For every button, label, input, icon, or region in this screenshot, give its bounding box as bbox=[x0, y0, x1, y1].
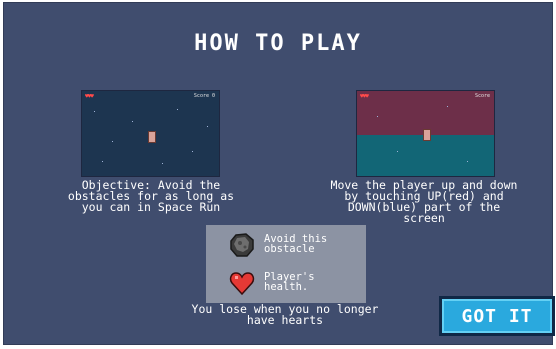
star bbox=[207, 126, 208, 127]
objective-screenshot: ♥♥♥ Score 0 bbox=[81, 90, 220, 177]
star bbox=[397, 151, 398, 152]
star bbox=[177, 109, 178, 110]
how-to-play-panel: HOW TO PLAY ♥♥♥ Score 0 ♥♥♥ Score Object… bbox=[3, 2, 555, 345]
hearts-indicator: ♥♥♥ bbox=[85, 93, 94, 100]
score-label: Score 0 bbox=[193, 93, 215, 99]
hearts-indicator: ♥♥♥ bbox=[360, 93, 369, 100]
legend-row-obstacle: Avoid this obstacle bbox=[206, 229, 366, 263]
page-title: HOW TO PLAY bbox=[194, 31, 362, 56]
star bbox=[447, 106, 448, 107]
objective-text: Objective: Avoid the obstacles for as lo… bbox=[67, 178, 235, 214]
player-sprite bbox=[423, 129, 431, 141]
legend-row-health: Player's health. bbox=[206, 267, 366, 301]
legend-box: Avoid this obstacle Player's health. bbox=[206, 225, 366, 303]
got-it-button[interactable]: GOT IT bbox=[439, 296, 555, 336]
star bbox=[192, 151, 193, 152]
obstacle-label: Avoid this obstacle bbox=[264, 233, 328, 255]
star bbox=[162, 163, 163, 164]
star bbox=[112, 141, 113, 142]
health-label: Player's health. bbox=[264, 271, 315, 293]
heart-icon bbox=[229, 270, 255, 296]
star bbox=[377, 116, 378, 117]
star bbox=[132, 121, 133, 122]
controls-screenshot: ♥♥♥ Score bbox=[356, 90, 495, 177]
star bbox=[102, 161, 103, 162]
lose-condition-text: You lose when you no longer have hearts bbox=[191, 302, 379, 327]
asteroid-icon bbox=[229, 232, 255, 258]
controls-text: Move the player up and down by touching … bbox=[330, 178, 518, 225]
star bbox=[94, 111, 95, 112]
player-sprite bbox=[148, 131, 156, 143]
star bbox=[467, 161, 468, 162]
score-label: Score bbox=[474, 93, 490, 99]
